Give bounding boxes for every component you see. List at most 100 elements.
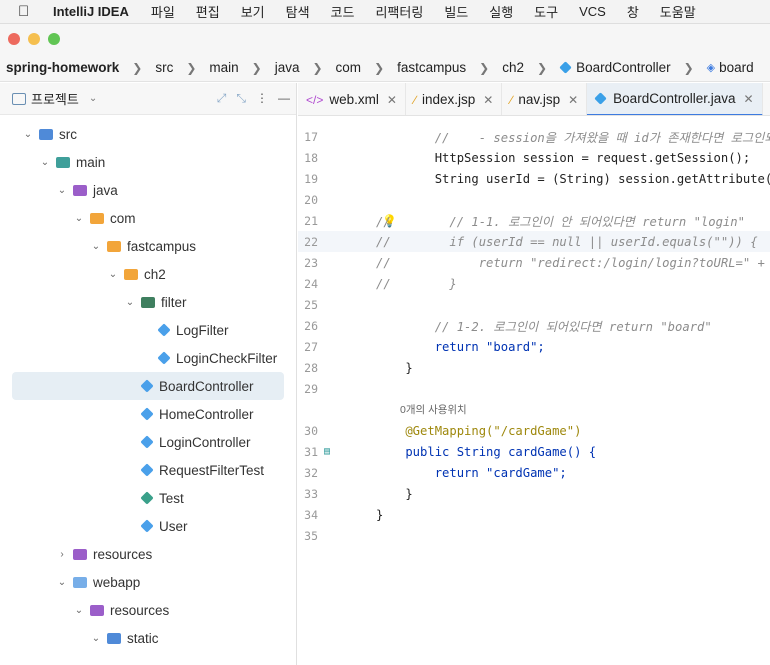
chevron-down-icon[interactable]: ⌄ xyxy=(38,157,52,168)
breadcrumb-board-method[interactable]: ◈ board xyxy=(707,60,754,75)
class-icon xyxy=(140,463,154,477)
tab-index-jsp[interactable]: ∕ index.jsp ✕ xyxy=(406,83,503,115)
line-number: 18 xyxy=(304,150,318,165)
tree-item-label: LoginController xyxy=(159,434,251,450)
tab-boardcontroller-java[interactable]: BoardController.java ✕ xyxy=(587,83,763,115)
tree-item-src[interactable]: ⌄ src xyxy=(0,120,296,148)
chevron-down-icon[interactable]: ⌄ xyxy=(72,605,86,616)
tab-web-xml[interactable]: </> web.xml ✕ xyxy=(298,83,406,115)
tree-item-label: HomeController xyxy=(159,406,254,422)
resources-folder-icon xyxy=(90,604,104,616)
tree-item-logincontroller[interactable]: LoginController xyxy=(0,428,296,456)
test-class-icon xyxy=(140,491,154,505)
breadcrumb-src[interactable]: src xyxy=(155,60,173,75)
tree-item-homecontroller[interactable]: HomeController xyxy=(0,400,296,428)
code-text: // } xyxy=(376,276,457,291)
gutter-run-icon[interactable]: ▤ xyxy=(324,446,330,457)
tree-item-label: src xyxy=(59,126,77,142)
tree-item-user[interactable]: User xyxy=(0,512,296,540)
app-name-menu[interactable]: IntelliJ IDEA xyxy=(53,4,129,19)
tree-item-webapp-resources[interactable]: ⌄ resources xyxy=(0,596,296,624)
apple-icon[interactable]:  xyxy=(18,3,36,20)
line-number: 29 xyxy=(304,381,318,396)
class-icon xyxy=(140,435,154,449)
chevron-right-icon[interactable]: › xyxy=(55,549,69,560)
minimize-window-button[interactable] xyxy=(28,33,40,45)
tree-item-main[interactable]: ⌄ main xyxy=(0,148,296,176)
chevron-down-icon[interactable]: ⌄ xyxy=(123,297,137,308)
jsp-icon: ∕ xyxy=(413,92,416,107)
breadcrumb-fastcampus[interactable]: fastcampus xyxy=(397,60,466,75)
chevron-down-icon[interactable]: ⌄ xyxy=(55,185,69,196)
tree-item-static[interactable]: ⌄ static xyxy=(0,624,296,652)
tree-item-boardcontroller[interactable]: BoardController xyxy=(12,372,284,400)
package-icon xyxy=(90,212,104,224)
menu-build[interactable]: 빌드 xyxy=(444,2,468,21)
breadcrumb-boardcontroller[interactable]: BoardController xyxy=(559,60,671,75)
menu-file[interactable]: 파일 xyxy=(151,2,175,21)
chevron-down-icon[interactable]: ⌄ xyxy=(89,93,97,104)
tree-item-webapp[interactable]: ⌄ webapp xyxy=(0,568,296,596)
menu-refactor[interactable]: 리팩터링 xyxy=(375,2,423,21)
xml-icon: </> xyxy=(306,92,324,107)
tree-item-com[interactable]: ⌄ com xyxy=(0,204,296,232)
usage-hint[interactable]: 0개의 사용위치 xyxy=(298,399,770,420)
jsp-icon: ∕ xyxy=(510,92,513,107)
menu-run[interactable]: 실행 xyxy=(489,2,513,21)
menu-view[interactable]: 보기 xyxy=(241,2,265,21)
tab-nav-jsp[interactable]: ∕ nav.jsp ✕ xyxy=(502,83,588,115)
chevron-right-icon: ❯ xyxy=(132,60,143,75)
zoom-window-button[interactable] xyxy=(48,33,60,45)
collapse-all-icon[interactable]: ⤡ xyxy=(236,91,246,106)
chevron-down-icon[interactable]: ⌄ xyxy=(55,577,69,588)
close-icon[interactable]: ✕ xyxy=(744,92,754,106)
line-number: 17 xyxy=(304,129,318,144)
chevron-down-icon[interactable]: ⌄ xyxy=(21,129,35,140)
close-icon[interactable]: ✕ xyxy=(387,93,397,107)
chevron-down-icon[interactable]: ⌄ xyxy=(89,633,103,644)
hide-panel-icon[interactable]: — xyxy=(278,91,290,106)
project-panel-title[interactable]: 프로젝트 xyxy=(31,89,79,108)
tree-item-fastcampus[interactable]: ⌄ fastcampus xyxy=(0,232,296,260)
close-icon[interactable]: ✕ xyxy=(568,93,578,107)
expand-all-icon[interactable]: ⤢ xyxy=(217,91,227,106)
code-editor[interactable]: 17 // - session을 가져왔을 때 id가 존재한다면 로그인되어있… xyxy=(298,116,770,665)
menu-tools[interactable]: 도구 xyxy=(534,2,558,21)
tree-item-label: java xyxy=(93,182,118,198)
tree-item-requestfiltertest[interactable]: RequestFilterTest xyxy=(0,456,296,484)
close-icon[interactable]: ✕ xyxy=(483,93,493,107)
class-icon xyxy=(140,519,154,533)
tree-item-ch2[interactable]: ⌄ ch2 xyxy=(0,260,296,288)
menu-vcs[interactable]: VCS xyxy=(579,4,606,19)
line-number: 22 xyxy=(304,234,318,249)
close-window-button[interactable] xyxy=(8,33,20,45)
chevron-down-icon[interactable]: ⌄ xyxy=(72,213,86,224)
more-options-icon[interactable]: ⋮ xyxy=(256,91,268,106)
menu-help[interactable]: 도움말 xyxy=(660,2,696,21)
code-line: 27 return "board"; xyxy=(298,336,770,357)
tree-item-label: main xyxy=(76,154,106,170)
tree-item-label: static xyxy=(127,630,159,646)
menu-window[interactable]: 창 xyxy=(627,2,639,21)
tree-item-filter[interactable]: ⌄ filter xyxy=(0,288,296,316)
breadcrumb-java[interactable]: java xyxy=(275,60,300,75)
line-number: 24 xyxy=(304,276,318,291)
folder-icon xyxy=(56,156,70,168)
chevron-right-icon: ❯ xyxy=(251,60,262,75)
menu-navigate[interactable]: 탐색 xyxy=(286,2,310,21)
tree-item-resources[interactable]: › resources xyxy=(0,540,296,568)
tree-item-test[interactable]: Test xyxy=(0,484,296,512)
breadcrumb-ch2[interactable]: ch2 xyxy=(502,60,524,75)
menu-edit[interactable]: 편집 xyxy=(196,2,220,21)
chevron-down-icon[interactable]: ⌄ xyxy=(89,241,103,252)
menu-code[interactable]: 코드 xyxy=(331,2,355,21)
breadcrumb-project[interactable]: spring-homework xyxy=(6,60,119,75)
tree-item-logfilter[interactable]: LogFilter xyxy=(0,316,296,344)
tree-item-logincheckfilter[interactable]: LoginCheckFilter xyxy=(0,344,296,372)
tree-item-label: resources xyxy=(110,602,170,618)
breadcrumb-main[interactable]: main xyxy=(209,60,238,75)
tree-item-java[interactable]: ⌄ java xyxy=(0,176,296,204)
breadcrumb-com[interactable]: com xyxy=(336,60,362,75)
code-text: // - session을 가져왔을 때 id가 존재한다면 로그인되어있는 xyxy=(376,130,770,145)
chevron-down-icon[interactable]: ⌄ xyxy=(106,269,120,280)
